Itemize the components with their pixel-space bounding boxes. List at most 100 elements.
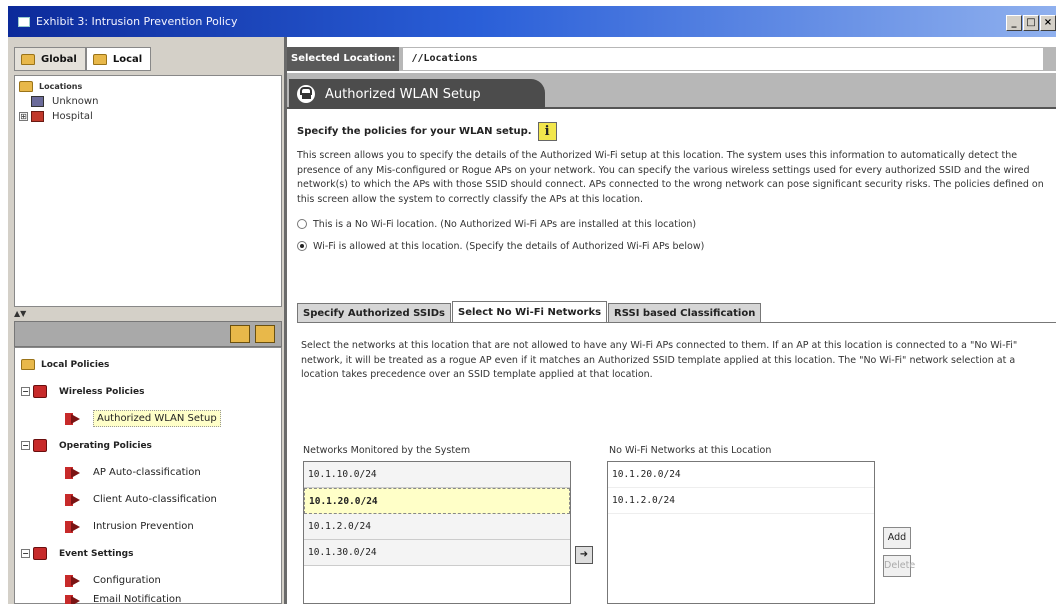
folder-icon	[92, 53, 107, 65]
monitored-networks-list[interactable]: 10.1.10.0/24 10.1.20.0/24 10.1.2.0/24 10…	[303, 461, 571, 604]
location-item-label: Hospital	[52, 111, 93, 122]
radio-wifi-allowed-location[interactable]: Wi-Fi is allowed at this location. (Spec…	[297, 237, 1056, 255]
policy-group-icon	[33, 547, 47, 560]
policy-arrow-icon	[65, 574, 81, 588]
page-tab-label: Authorized WLAN Setup	[325, 86, 481, 102]
tab-rssi-based-classification[interactable]: RSSI based Classification	[608, 303, 762, 323]
sub-tabs: Specify Authorized SSIDs Select No Wi-Fi…	[297, 301, 762, 323]
window-controls: _ □ ×	[1005, 15, 1056, 31]
radio-wifi-allowed[interactable]	[297, 241, 307, 252]
no-wifi-networks-list[interactable]: 10.1.20.0/24 10.1.2.0/24	[607, 461, 875, 604]
location-root-label: Locations	[39, 82, 83, 91]
maximize-button[interactable]: □	[1023, 15, 1039, 31]
radio-no-wifi-label: This is a No Wi-Fi location. (No Authori…	[313, 218, 697, 230]
policy-group-wireless[interactable]: − Wireless Policies	[15, 378, 281, 405]
policy-item-intrusion-prevention[interactable]: Intrusion Prevention	[15, 513, 281, 540]
minimize-button[interactable]: _	[1006, 15, 1022, 31]
page-heading: Specify the policies for your WLAN setup…	[297, 119, 1056, 143]
radio-no-wifi[interactable]	[297, 219, 307, 230]
left-panel: Global Local Locations Unknown ⊞ Hospita…	[8, 37, 284, 604]
tab-authorized-wlan-setup[interactable]: Authorized WLAN Setup	[289, 79, 545, 109]
no-wifi-description: Select the networks at this location tha…	[301, 340, 1018, 381]
pane-splitter-handle[interactable]: ▲▼	[14, 309, 282, 319]
list-item[interactable]: 10.1.30.0/24	[304, 540, 570, 566]
no-wifi-networks-header: No Wi-Fi Networks at this Location	[609, 445, 772, 456]
policy-arrow-icon	[65, 466, 81, 480]
tab-local-label: Local	[112, 53, 143, 65]
lock-icon	[297, 85, 315, 103]
add-button[interactable]: Add	[883, 527, 911, 549]
right-panel: Selected Location: //Locations Authorize…	[284, 37, 1056, 604]
tab-global[interactable]: Global	[14, 47, 86, 71]
radio-wifi-allowed-label: Wi-Fi is allowed at this location. (Spec…	[313, 240, 705, 252]
list-item[interactable]: 10.1.20.0/24	[304, 488, 570, 514]
policy-item-ap-auto-classification[interactable]: AP Auto-classification	[15, 459, 281, 486]
policy-arrow-icon	[65, 493, 81, 507]
policy-item-email-notification[interactable]: Email Notification	[15, 594, 281, 604]
tab-local[interactable]: Local	[85, 47, 152, 71]
paste-policy-icon[interactable]	[255, 325, 275, 343]
window-icon	[18, 16, 30, 27]
policy-item-label: Email Notification	[93, 594, 182, 604]
policy-tree-root[interactable]: Local Policies	[15, 351, 281, 378]
tab-select-no-wifi-networks[interactable]: Select No Wi-Fi Networks	[452, 301, 608, 323]
info-icon[interactable]: i	[537, 121, 557, 141]
policy-group-operating[interactable]: − Operating Policies	[15, 432, 281, 459]
expand-icon[interactable]: ⊞	[19, 112, 28, 121]
policy-item-authorized-wlan-setup[interactable]: Authorized WLAN Setup	[15, 405, 281, 432]
unknown-location-icon	[31, 96, 44, 107]
folder-icon	[21, 53, 35, 65]
no-wifi-content: Select the networks at this location tha…	[301, 331, 1056, 604]
selected-location-label: Selected Location:	[287, 47, 400, 71]
location-item-unknown[interactable]: Unknown	[19, 94, 277, 109]
policy-item-label: AP Auto-classification	[93, 467, 201, 478]
window-titlebar: Exhibit 3: Intrusion Prevention Policy _…	[8, 6, 1056, 37]
delete-button[interactable]: Delete	[883, 555, 915, 577]
policy-group-icon	[33, 385, 47, 398]
radio-no-wifi-location[interactable]: This is a No Wi-Fi location. (No Authori…	[297, 215, 1056, 233]
policy-group-label: Event Settings	[59, 548, 134, 559]
page-heading-text: Specify the policies for your WLAN setup…	[297, 125, 532, 137]
location-tree-root[interactable]: Locations	[19, 79, 277, 94]
policy-group-event-settings[interactable]: − Event Settings	[15, 540, 281, 567]
policy-item-client-auto-classification[interactable]: Client Auto-classification	[15, 486, 281, 513]
policy-arrow-icon	[65, 520, 81, 534]
list-item[interactable]: 10.1.2.0/24	[608, 488, 874, 514]
location-bar: Selected Location: //Locations	[287, 47, 1056, 71]
policy-item-configuration[interactable]: Configuration	[15, 567, 281, 594]
scope-tabs: Global Local	[14, 47, 152, 71]
policy-item-label: Authorized WLAN Setup	[93, 410, 221, 427]
policy-item-label: Configuration	[93, 575, 161, 586]
window-title: Exhibit 3: Intrusion Prevention Policy	[36, 15, 238, 28]
close-button[interactable]: ×	[1040, 15, 1056, 31]
policy-group-label: Operating Policies	[59, 440, 152, 451]
list-item[interactable]: 10.1.20.0/24	[608, 462, 874, 488]
sub-tab-divider	[297, 322, 1056, 323]
policy-group-label: Wireless Policies	[59, 386, 145, 397]
folder-icon	[19, 81, 33, 92]
page-description: This screen allows you to specify the de…	[297, 150, 1044, 205]
policy-item-label: Intrusion Prevention	[93, 521, 194, 532]
copy-policy-icon[interactable]	[230, 325, 250, 343]
policy-arrow-icon	[65, 594, 81, 604]
policy-root-label: Local Policies	[41, 359, 110, 370]
collapse-icon[interactable]: −	[21, 441, 30, 450]
policy-tree: Local Policies − Wireless Policies Autho…	[14, 347, 282, 604]
page-tab-strip: Authorized WLAN Setup	[287, 73, 1056, 109]
main-content: Specify the policies for your WLAN setup…	[297, 119, 1056, 255]
list-item[interactable]: 10.1.2.0/24	[304, 514, 570, 540]
location-item-label: Unknown	[52, 96, 99, 107]
location-tree: Locations Unknown ⊞ Hospital	[14, 75, 282, 307]
collapse-icon[interactable]: −	[21, 387, 30, 396]
selected-location-value: //Locations	[403, 48, 1044, 70]
collapse-icon[interactable]: −	[21, 549, 30, 558]
policy-arrow-icon	[65, 412, 81, 426]
list-item[interactable]: 10.1.10.0/24	[304, 462, 570, 488]
hospital-location-icon	[31, 111, 44, 122]
folder-icon	[21, 359, 35, 370]
tab-global-label: Global	[41, 53, 77, 65]
move-right-button[interactable]: ➜	[575, 546, 593, 564]
policy-group-icon	[33, 439, 47, 452]
tab-specify-authorized-ssids[interactable]: Specify Authorized SSIDs	[297, 303, 452, 323]
location-item-hospital[interactable]: ⊞ Hospital	[19, 109, 277, 124]
